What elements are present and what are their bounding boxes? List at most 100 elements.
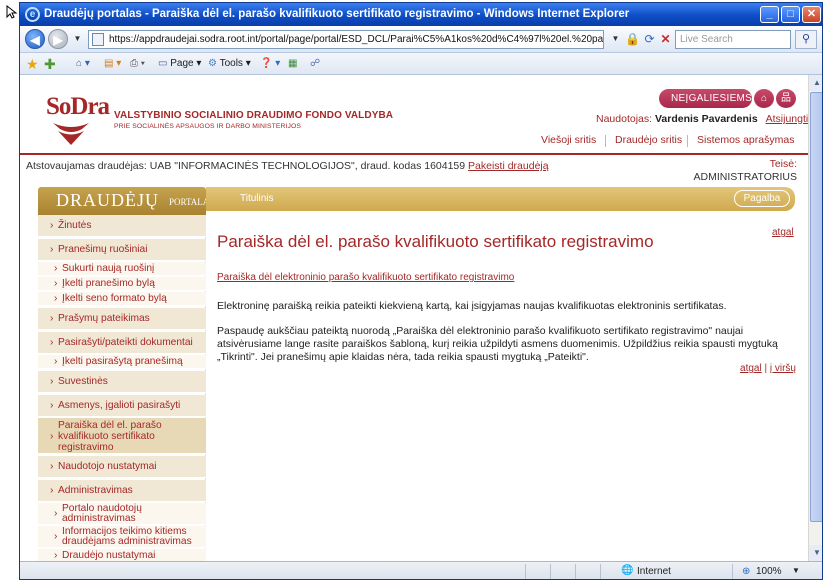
logout-link[interactable]: Atsijungti [766,113,808,125]
home-icon[interactable]: ⌂ [754,89,774,108]
status-divider [575,564,576,579]
mouse-pointer-icon [6,5,18,19]
header-rule [20,153,808,155]
scroll-down-icon[interactable]: ▼ [809,545,822,561]
status-divider [550,564,551,579]
change-employer-link[interactable]: Pakeisti draudėją [468,160,549,172]
sidebar-item-upload-signed[interactable]: › Įkelti pasirašytą pranešimą [38,355,206,369]
content-header-bar: Titulinis Pagalba [206,187,795,211]
paragraph-intro: Elektroninę paraišką reikia pateikti kie… [217,300,727,312]
internet-zone-icon: 🌐 [621,565,634,576]
title-bar[interactable]: e Draudėjų portalas - Paraiška dėl el. p… [20,3,822,26]
navigation-bar: ◀ ▶ ▼ https://appdraudejai.sodra.root.in… [20,26,822,53]
page-menu-label: Page [170,58,194,69]
sidebar-item-info-sharing-admin[interactable]: › Informacijos teikimo kitiems draudėjams… [38,526,206,548]
sidebar-item-authorized-persons[interactable]: › Asmenys, įgalioti pasirašyti [38,395,206,417]
zoom-dropdown-icon[interactable]: ▼ [792,566,800,575]
add-favorites-icon[interactable]: ✚ [44,56,56,72]
breadcrumb[interactable]: Titulinis [240,193,274,204]
org-subtitle: PRIE SOCIALINĖS APSAUGOS IR DARBO MINIST… [114,123,302,130]
nav-divider [687,135,688,147]
address-bar[interactable]: https://appdraudejai.sodra.root.int/port… [88,30,604,49]
nav-public-area[interactable]: Viešoji sritis [541,133,596,147]
paragraph-instructions: Paspaudę aukščiau pateiktą nuorodą „Para… [217,325,778,363]
sodra-logo[interactable]: SoDra [46,93,110,121]
page-title: Paraiška dėl el. parašo kvalifikuoto ser… [217,232,654,251]
sidebar-item-new-draft[interactable]: › Sukurti naują ruošinį [38,262,206,276]
screen: e Draudėjų portalas - Paraiška dėl el. p… [0,0,825,581]
sidebar-item-portal-users-admin[interactable]: › Portalo naudotojų administravimas [38,503,206,525]
sidebar-item-summaries[interactable]: › Suvestinės [38,371,206,393]
zoom-icon[interactable]: ⊕ [742,566,750,577]
role-value: ADMINISTRATORIUS [693,171,797,183]
status-divider [732,564,733,579]
bottom-links: atgal | į viršų [710,363,796,374]
ie-logo-icon: e [25,7,40,22]
recent-pages-dropdown-icon[interactable]: ▼ [68,30,87,49]
scroll-thumb[interactable] [810,92,822,522]
user-name: Vardenis Pavardenis [654,113,758,125]
org-name: VALSTYBINIO SOCIALINIO DRAUDIMO FONDO VA… [114,110,394,121]
link-separator: | [764,363,768,374]
feeds-icon[interactable]: ▤ ▾ [104,56,121,72]
sidebar-item-user-settings[interactable]: › Naudotojo nustatymai [38,456,206,478]
sidebar-item-certificate-application[interactable]: ›Paraiška dėl el. parašo kvalifikuoto se… [38,418,206,454]
sidebar-item-upload-file[interactable]: › Įkelti pranešimo bylą [38,277,206,291]
sodra-logo-shape-icon [53,123,89,145]
sidebar-item-signed-documents[interactable]: › Pasirašyti/pateikti dokumentai [38,332,206,354]
employer-text: Atstovaujamas draudėjas: UAB "INFORMACIN… [26,160,466,172]
sidebar-item-requests[interactable]: › Prašymų pateikimas [38,308,206,330]
accessibility-button[interactable]: NEĮGALIESIEMS [659,89,752,108]
help-icon[interactable]: ❓ ▾ [260,56,280,72]
favorites-star-icon[interactable]: ★ [26,56,39,72]
user-line: Naudotojas: Vardenis Pavardenis Atsijung… [596,113,808,125]
help-button[interactable]: Pagalba [734,190,790,207]
window-title: Draudėjų portalas - Paraiška dėl el. par… [44,8,630,20]
portal-title: DRAUDĖJŲ PORTALAS [38,187,214,215]
search-input[interactable]: Live Search [675,30,791,49]
role-label: Teisė: [769,158,797,170]
sidebar-item-messages[interactable]: › Žinutės [38,215,206,237]
sidebar-item-drafts[interactable]: › Pranešimų ruošiniai [38,239,206,261]
web-page: SoDra VALSTYBINIO SOCIALINIO DRAUDIMO FO… [20,75,808,561]
sidebar-item-administration[interactable]: › Administravimas [38,480,206,502]
employer-line: Atstovaujamas draudėjas: UAB "INFORMACIN… [26,160,549,172]
home-icon[interactable]: ⌂ ▾ [76,56,90,72]
address-text: https://appdraudejai.sodra.root.int/port… [109,34,604,45]
forward-button[interactable]: ▶ [48,29,68,49]
tools-menu[interactable]: ⚙ Tools ▾ [208,56,251,72]
application-form-link[interactable]: Paraiška dėl elektroninio parašo kvalifi… [217,272,514,283]
status-divider [525,564,526,579]
status-zone: Internet [637,566,671,577]
zoom-level[interactable]: 100% [756,566,782,577]
back-link-bottom[interactable]: atgal [740,363,762,374]
nav-employer-area[interactable]: Draudėjo sritis [615,133,682,147]
user-label: Naudotojas: [596,113,653,125]
page-menu[interactable]: ▭ Page ▾ [158,56,201,72]
status-divider [600,564,601,579]
command-bar: ★ ✚ ⌂ ▾ ▤ ▾ ⎙ ▾ ▭ Page ▾ ⚙ Tools ▾ ❓ ▾ ▦… [20,53,822,75]
minimize-button[interactable]: _ [760,6,779,23]
nav-system-description[interactable]: Sistemos aprašymas [697,133,794,147]
sidebar-item-employer-settings[interactable]: › Draudėjo nustatymai [38,549,206,561]
maximize-button[interactable]: □ [781,6,800,23]
messenger-icon[interactable]: ☍ [310,56,320,72]
close-button[interactable]: ✕ [802,6,821,23]
vertical-scrollbar[interactable]: ▲ ▼ [808,75,822,561]
research-icon[interactable]: ▦ [288,56,297,72]
tools-menu-label: Tools [219,58,243,69]
scroll-up-icon[interactable]: ▲ [809,75,822,91]
browser-window: e Draudėjų portalas - Paraiška dėl el. p… [19,2,823,580]
portal-title-big: DRAUDĖJŲ [56,190,160,210]
sidebar: › Žinutės › Pranešimų ruošiniai › Sukurti n… [38,215,206,561]
back-link-top[interactable]: atgal [772,227,794,238]
print-icon[interactable]: ⎙ ▾ [130,56,145,72]
sitemap-icon[interactable]: 品 [776,89,796,108]
search-icon[interactable]: ⚲ [795,30,817,49]
sidebar-item-upload-old-format[interactable]: › Įkelti seno formato bylą [38,292,206,306]
to-top-link[interactable]: į viršų [770,363,796,374]
page-icon [92,33,104,46]
back-button[interactable]: ◀ [25,29,45,49]
status-bar: 🌐 Internet ⊕ 100% ▼ [20,561,822,579]
stop-icon[interactable]: ✕ [656,30,675,49]
